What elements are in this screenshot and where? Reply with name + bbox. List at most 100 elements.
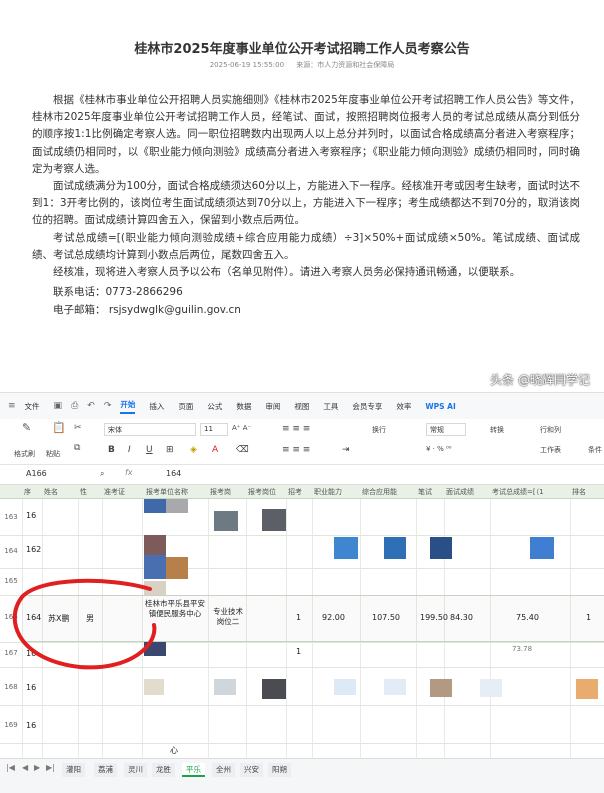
cell-total[interactable]: 75.40 xyxy=(516,613,539,622)
fx-icon[interactable]: fx xyxy=(125,468,133,477)
col-header[interactable]: 考试总成绩=[（1 xyxy=(492,487,544,497)
table-cell[interactable]: 73.78 xyxy=(512,645,532,653)
sheet-tab[interactable]: 龙胜 xyxy=(152,763,175,777)
paste-label[interactable]: 粘贴 xyxy=(46,449,60,459)
save-icon[interactable]: ▣ xyxy=(54,401,63,411)
menu-formula[interactable]: 公式 xyxy=(207,401,222,412)
table-cell[interactable]: 16 xyxy=(26,649,36,658)
row-number[interactable]: 165 xyxy=(0,577,22,585)
sheet-tab[interactable]: 全州 xyxy=(212,763,235,777)
row-number[interactable]: 167 xyxy=(0,649,22,657)
col-header[interactable]: 排名 xyxy=(572,487,586,497)
align-left-icon[interactable]: ≡ ≡ ≡ xyxy=(282,445,310,455)
menu-efficiency[interactable]: 效率 xyxy=(396,401,411,412)
cell-rank[interactable]: 1 xyxy=(586,613,591,622)
col-header[interactable]: 序 xyxy=(24,487,31,497)
cell-written[interactable]: 199.50 xyxy=(420,613,448,622)
menu-file[interactable]: 文件 xyxy=(25,401,40,412)
sheet-tab[interactable]: 兴安 xyxy=(240,763,263,777)
underline-icon[interactable]: U xyxy=(146,445,153,455)
rows-cols-button[interactable]: 行和列 xyxy=(540,425,561,435)
sheet-tab-active[interactable]: 平乐 xyxy=(182,763,205,777)
font-grow-icon[interactable]: A⁺ A⁻ xyxy=(232,424,251,432)
cell-name[interactable]: 苏X鹏 xyxy=(48,613,69,624)
col-header[interactable]: 姓名 xyxy=(44,487,58,497)
sheet-tab[interactable]: 灵川 xyxy=(124,763,147,777)
indent-icon[interactable]: ⇥ xyxy=(342,445,350,455)
col-header[interactable]: 面试成绩 xyxy=(446,487,474,497)
border-icon[interactable]: ⊞ xyxy=(166,445,174,455)
align-top-icon[interactable]: ≡ ≡ ≡ xyxy=(282,424,310,434)
conditional-format-button[interactable]: 条件 xyxy=(588,445,602,455)
table-cell[interactable]: 16 xyxy=(26,683,36,692)
col-header[interactable]: 综合应用能 xyxy=(362,487,397,497)
worksheet-button[interactable]: 工作表 xyxy=(540,445,561,455)
sheet-tab[interactable]: 阳朔 xyxy=(268,763,291,777)
font-select[interactable]: 宋体 xyxy=(104,423,196,436)
name-box[interactable]: A166 xyxy=(26,469,106,478)
col-header[interactable]: 报考单位名称 xyxy=(146,487,188,497)
clear-icon[interactable]: ⌫ xyxy=(236,445,249,455)
table-cell[interactable]: 心 xyxy=(170,745,178,756)
print-icon[interactable]: ⎙ xyxy=(71,401,78,411)
cut-icon[interactable]: ✂ xyxy=(74,423,82,433)
cell-seq[interactable]: 164 xyxy=(26,613,41,622)
menu-icon[interactable]: ≡ xyxy=(8,401,16,411)
row-number[interactable]: 169 xyxy=(0,721,22,729)
menu-page[interactable]: 页面 xyxy=(178,401,193,412)
redo-icon[interactable]: ↷ xyxy=(104,401,112,411)
col-header[interactable]: 职业能力 xyxy=(314,487,342,497)
col-header[interactable]: 准考证 xyxy=(104,487,125,497)
cell-comprehensive[interactable]: 107.50 xyxy=(372,613,400,622)
percent-icon[interactable]: ¥ · % ⁰⁰ xyxy=(426,445,452,453)
copy-icon[interactable]: ⧉ xyxy=(74,443,80,453)
number-format-select[interactable]: 常规 xyxy=(426,423,466,436)
format-painter-label[interactable]: 格式刷 xyxy=(14,449,35,459)
row-number[interactable]: 166 xyxy=(0,613,22,621)
wrap-button[interactable]: 换行 xyxy=(372,425,386,435)
zoom-icon[interactable]: ⌕ xyxy=(100,469,104,479)
col-header[interactable]: 性 xyxy=(80,487,87,497)
bold-icon[interactable]: B xyxy=(108,445,115,455)
table-cell[interactable]: 1 xyxy=(296,647,301,656)
undo-icon[interactable]: ↶ xyxy=(87,401,95,411)
sheet-tab[interactable]: 灌阳 xyxy=(62,763,85,777)
menu-wps-ai[interactable]: WPS AI xyxy=(425,402,455,411)
cell-quota[interactable]: 1 xyxy=(296,613,301,622)
prev-sheet-icon[interactable]: ◀ xyxy=(22,763,28,772)
cell-unit[interactable]: 桂林市平乐县平安镇便民服务中心 xyxy=(144,599,206,619)
last-sheet-icon[interactable]: ▶| xyxy=(46,763,55,772)
paste-icon[interactable]: 📋 xyxy=(52,421,66,434)
table-cell[interactable]: 16 xyxy=(26,721,36,730)
format-painter-icon[interactable]: ✎ xyxy=(22,421,31,434)
font-color-icon[interactable]: A xyxy=(212,445,218,455)
row-number[interactable]: 168 xyxy=(0,683,22,691)
menu-view[interactable]: 视图 xyxy=(294,401,309,412)
menu-review[interactable]: 审阅 xyxy=(265,401,280,412)
cell-interview[interactable]: 84.30 xyxy=(450,613,473,622)
row-number[interactable]: 163 xyxy=(0,513,22,521)
next-sheet-icon[interactable]: ▶ xyxy=(34,763,40,772)
col-header[interactable]: 招考 xyxy=(288,487,302,497)
sheet-tab[interactable]: 荔浦 xyxy=(94,763,117,777)
col-header[interactable]: 笔试 xyxy=(418,487,432,497)
cell-aptitude[interactable]: 92.00 xyxy=(322,613,345,622)
table-cell[interactable]: 16 xyxy=(26,511,36,520)
formula-input[interactable]: 164 xyxy=(166,469,181,478)
convert-button[interactable]: 转换 xyxy=(490,425,504,435)
cell-gender[interactable]: 男 xyxy=(86,613,94,624)
table-cell[interactable]: 162 xyxy=(26,545,41,554)
cell-post[interactable]: 专业技术岗位二 xyxy=(210,607,246,627)
menu-member[interactable]: 会员专享 xyxy=(352,401,382,412)
row-number[interactable]: 164 xyxy=(0,547,22,555)
fill-color-icon[interactable]: ◈ xyxy=(190,445,197,455)
col-header[interactable]: 报考岗位 xyxy=(248,487,276,497)
menu-home[interactable]: 开始 xyxy=(120,399,136,414)
col-header[interactable]: 报考岗 xyxy=(210,487,231,497)
first-sheet-icon[interactable]: |◀ xyxy=(6,763,15,772)
italic-icon[interactable]: I xyxy=(128,445,131,455)
menu-data[interactable]: 数据 xyxy=(236,401,251,412)
menu-insert[interactable]: 插入 xyxy=(149,401,164,412)
sheet-grid[interactable]: 序 姓名 性 准考证 报考单位名称 报考岗 报考岗位 招考 职业能力 综合应用能… xyxy=(0,485,604,758)
font-size-select[interactable]: 11 xyxy=(200,423,228,436)
